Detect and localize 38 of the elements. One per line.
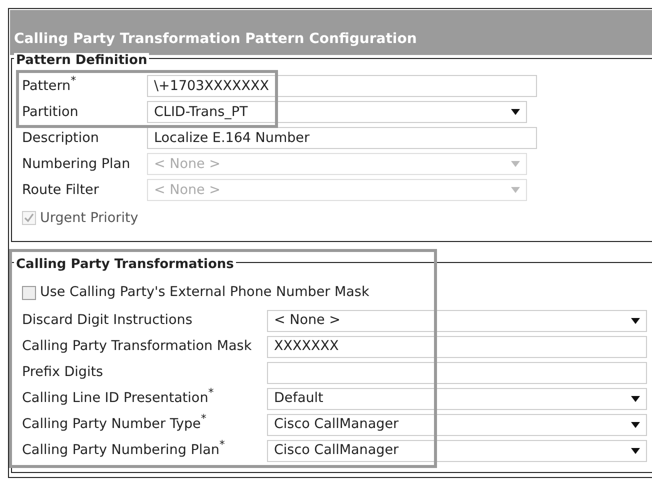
required-mark: * (208, 385, 214, 402)
dropdown[interactable]: Default (267, 388, 647, 410)
input-field[interactable]: XXXXXXX (267, 336, 647, 358)
required-mark: * (70, 73, 76, 90)
caret-icon (511, 187, 520, 194)
input-field[interactable] (267, 362, 647, 384)
input-field[interactable]: \+1703XXXXXXX (147, 75, 537, 98)
field-label: Calling Line ID Presentation (22, 389, 208, 408)
caret-icon (631, 396, 640, 402)
dropdown[interactable]: < None > (267, 310, 647, 332)
field-label: Discard Digit Instructions (22, 311, 192, 330)
checkbox-label: Urgent Priority (40, 209, 138, 228)
dropdown: < None > (147, 153, 527, 176)
dropdown[interactable]: CLID-Trans_PT (147, 101, 527, 124)
field-label: Numbering Plan (22, 155, 130, 174)
field-label: Description (22, 129, 99, 148)
caret-icon (631, 422, 640, 428)
caret-icon (511, 161, 520, 168)
field-label: Route Filter (22, 181, 99, 200)
field-label: Calling Party Numbering Plan (22, 441, 220, 460)
required-mark: * (200, 411, 206, 428)
dropdown: < None > (147, 179, 527, 202)
caret-icon (631, 448, 640, 454)
field-label: Pattern (22, 77, 71, 96)
checkbox-label: Use Calling Party's External Phone Number Mask (40, 283, 370, 302)
dropdown[interactable]: Cisco CallManager (267, 440, 647, 462)
caret-icon (631, 318, 640, 324)
dropdown[interactable]: Cisco CallManager (267, 414, 647, 436)
required-mark: * (219, 437, 225, 454)
section-legend: Calling Party Transformations (14, 257, 236, 274)
field-label: Calling Party Number Type (22, 415, 201, 434)
caret-icon (511, 109, 520, 116)
window-title: Calling Party Transformation Pattern Configuration (10, 10, 652, 55)
checkbox[interactable] (22, 286, 36, 300)
input-field[interactable]: Localize E.164 Number (147, 127, 537, 150)
field-label: Calling Party Transformation Mask (22, 337, 252, 356)
field-label: Partition (22, 103, 78, 122)
field-label: Prefix Digits (22, 363, 104, 382)
